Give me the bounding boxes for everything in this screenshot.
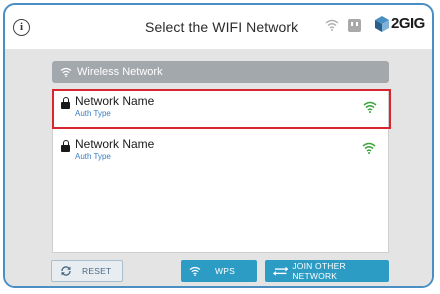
- device-frame: i Select the WIFI Network 2GIG Wireless …: [3, 3, 434, 288]
- network-auth-type: Auth Type: [75, 152, 111, 161]
- join-other-network-label: JOIN OTHER NETWORK: [292, 261, 346, 281]
- page-title: Select the WIFI Network: [145, 19, 299, 35]
- swap-arrows-icon: [273, 266, 289, 276]
- network-list: Network Name Auth Type Network Name Auth…: [52, 89, 391, 253]
- network-row[interactable]: Network Name Auth Type: [53, 132, 388, 168]
- header-bar: i Select the WIFI Network 2GIG: [5, 5, 432, 49]
- wifi-icon: [60, 67, 72, 77]
- brand-cube-icon: [375, 15, 389, 32]
- network-row-selected[interactable]: Network Name Auth Type: [52, 89, 391, 129]
- reset-button[interactable]: RESET: [51, 260, 123, 282]
- wifi-icon: [189, 266, 201, 276]
- join-other-network-button[interactable]: JOIN OTHER NETWORK: [265, 260, 389, 282]
- refresh-icon: [61, 266, 71, 276]
- lock-icon: [61, 140, 70, 152]
- signal-strength-icon: [363, 101, 377, 113]
- footer-bar: RESET WPS JOIN OTHER NETWORK: [5, 256, 432, 286]
- network-name: Network Name: [75, 94, 155, 108]
- wireless-network-header: Wireless Network: [52, 61, 389, 83]
- signal-strength-icon: [362, 142, 376, 154]
- lock-icon: [61, 97, 70, 109]
- network-content: Wireless Network Network Name Auth Type …: [5, 49, 432, 256]
- network-name: Network Name: [75, 137, 155, 151]
- power-plug-icon: [348, 19, 361, 32]
- reset-label: RESET: [82, 266, 112, 276]
- wireless-network-label: Wireless Network: [77, 66, 163, 78]
- brand-text: 2GIG: [391, 15, 425, 32]
- wps-button[interactable]: WPS: [181, 260, 257, 282]
- wps-label: WPS: [215, 266, 235, 276]
- network-auth-type: Auth Type: [75, 109, 111, 118]
- info-icon[interactable]: i: [13, 19, 30, 36]
- brand-logo: 2GIG: [375, 15, 425, 32]
- wifi-status-icon: [325, 19, 339, 31]
